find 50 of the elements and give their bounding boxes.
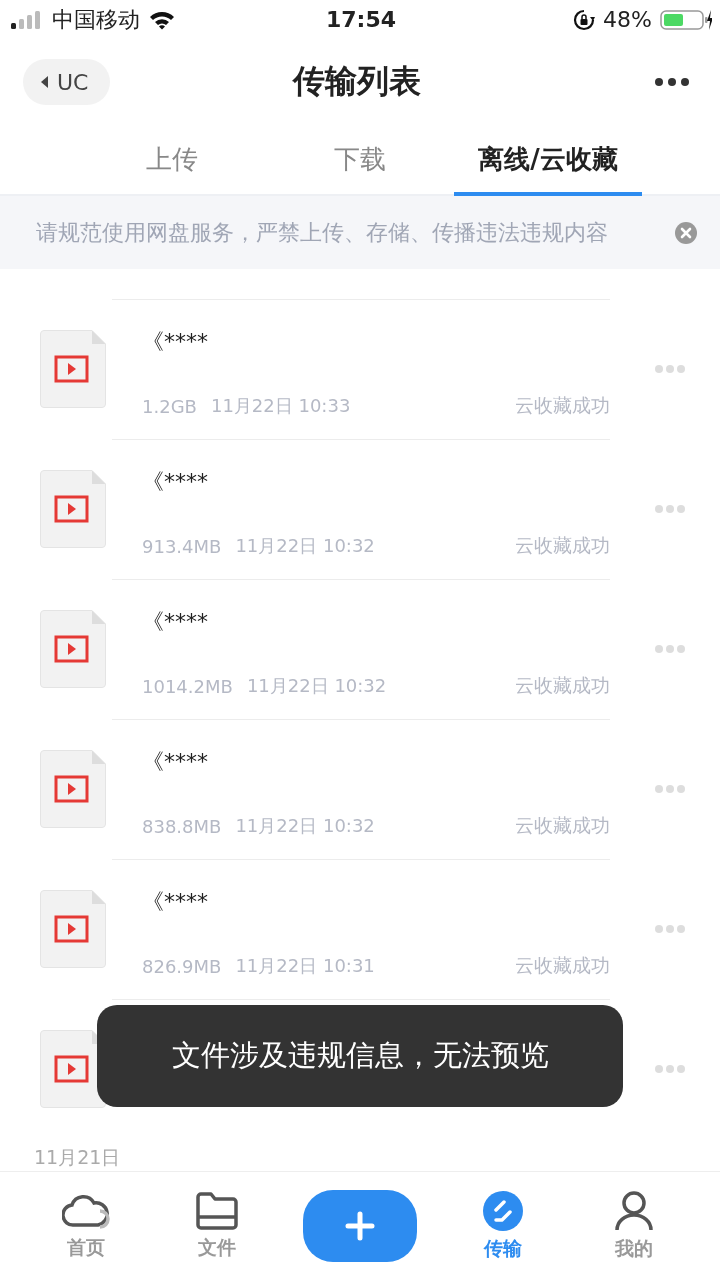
file-time: 11月22日 10:33	[210, 394, 351, 418]
file-status: 云收藏成功	[515, 673, 610, 698]
file-name: 《****	[142, 888, 209, 916]
nav-tab[interactable]: 传输	[458, 1190, 549, 1262]
person-icon	[613, 1190, 656, 1232]
notice-text: 请规范使用网盘服务，严禁上传、存储、传播违法违规内容	[36, 218, 608, 247]
file-name: 《****	[142, 328, 209, 356]
file-name: 《****	[142, 748, 209, 776]
battery-percent: 48%	[603, 7, 652, 33]
page-title: 传输列表	[292, 61, 421, 103]
file-size: 826.9MB	[142, 955, 222, 977]
caret-icon	[41, 76, 49, 89]
nav-tab[interactable]: 我的	[589, 1190, 680, 1262]
video-file-icon	[40, 750, 106, 828]
section-date: 11月21日	[33, 1145, 122, 1170]
video-file-icon	[40, 470, 106, 548]
file-status: 云收藏成功	[515, 533, 610, 558]
folder-icon	[194, 1191, 239, 1231]
tab[interactable]: 上传	[78, 125, 266, 197]
file-size: 838.8MB	[142, 815, 222, 837]
file-time: 11月22日 10:31	[235, 954, 375, 978]
file-time: 11月22日 10:32	[235, 814, 375, 838]
video-file-icon	[40, 610, 106, 688]
file-name: 《****	[142, 608, 209, 636]
video-file-icon	[40, 890, 106, 968]
more-icon[interactable]	[654, 77, 690, 88]
file-status: 云收藏成功	[515, 953, 610, 978]
file-time: 11月22日 10:32	[246, 674, 387, 698]
carrier-name: 中国移动	[52, 5, 140, 34]
file-size: 1014.2MB	[142, 675, 233, 697]
nav-tab[interactable]: 首页	[40, 1191, 131, 1261]
file-name: 《****	[142, 468, 209, 496]
plus-icon	[344, 1211, 375, 1241]
clock-time: 17:54	[326, 7, 396, 33]
file-size: 913.4MB	[142, 535, 222, 557]
back-button[interactable]: UC	[23, 59, 111, 106]
close-icon[interactable]	[674, 220, 698, 245]
tab[interactable]: 下载	[266, 125, 454, 197]
file-size: 1.2GB	[142, 395, 197, 417]
toast-message: 文件涉及违规信息，无法预览	[97, 1005, 623, 1107]
nav-tab[interactable]: 文件	[171, 1191, 262, 1261]
video-file-icon	[40, 330, 106, 408]
transfer-icon	[482, 1190, 525, 1232]
file-status: 云收藏成功	[515, 813, 610, 838]
rotation-lock-icon	[573, 8, 596, 31]
add-button[interactable]	[302, 1190, 417, 1262]
wifi-icon	[148, 9, 176, 30]
file-status: 云收藏成功	[515, 393, 610, 418]
file-time: 11月22日 10:32	[235, 534, 375, 558]
battery-icon	[660, 8, 712, 31]
